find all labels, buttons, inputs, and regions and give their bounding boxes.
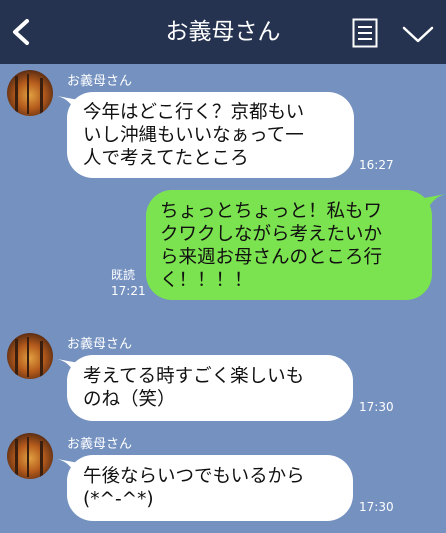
- avatar[interactable]: [7, 70, 53, 116]
- chat-header: お義母さん: [0, 0, 446, 64]
- message-text: 考えてる時すごく楽しいも のね（笑）: [83, 366, 305, 410]
- message-bubble[interactable]: 考えてる時すごく楽しいも のね（笑）: [67, 355, 353, 421]
- avatar[interactable]: [7, 433, 53, 479]
- avatar-image: [7, 433, 53, 479]
- message-text: 午後ならいつでもいるから (*^-^*): [83, 466, 305, 510]
- sender-name: お義母さん: [67, 437, 133, 452]
- message-time: 16:27: [359, 158, 394, 172]
- avatar-image: [7, 333, 53, 379]
- message-bubble[interactable]: ちょっとちょっと！私もワ クワクしながら考えたいか ら来週お母さんのところ行 く…: [146, 190, 432, 300]
- message-bubble[interactable]: 今年はどこ行く？京都もい いし沖縄もいいなぁって一 人で考えてたところ: [67, 92, 354, 178]
- sender-name: お義母さん: [67, 74, 133, 89]
- sender-name: お義母さん: [67, 337, 133, 352]
- message-time: 17:30: [359, 400, 394, 414]
- document-list-icon[interactable]: [352, 18, 378, 48]
- message-time: 17:30: [359, 500, 394, 514]
- read-receipt: 既読: [111, 268, 136, 282]
- message-time: 17:21: [111, 284, 146, 298]
- chat-title: お義母さん: [165, 19, 281, 45]
- avatar-image: [7, 70, 53, 116]
- avatar[interactable]: [7, 333, 53, 379]
- chevron-down-icon[interactable]: [402, 26, 434, 44]
- message-text: ちょっとちょっと！私もワ クワクしながら考えたいか ら来週お母さんのところ行 く…: [160, 201, 383, 291]
- message-bubble[interactable]: 午後ならいつでもいるから (*^-^*): [67, 455, 353, 521]
- message-text: 今年はどこ行く？京都もい いし沖縄もいいなぁって一 人で考えてたところ: [83, 102, 305, 169]
